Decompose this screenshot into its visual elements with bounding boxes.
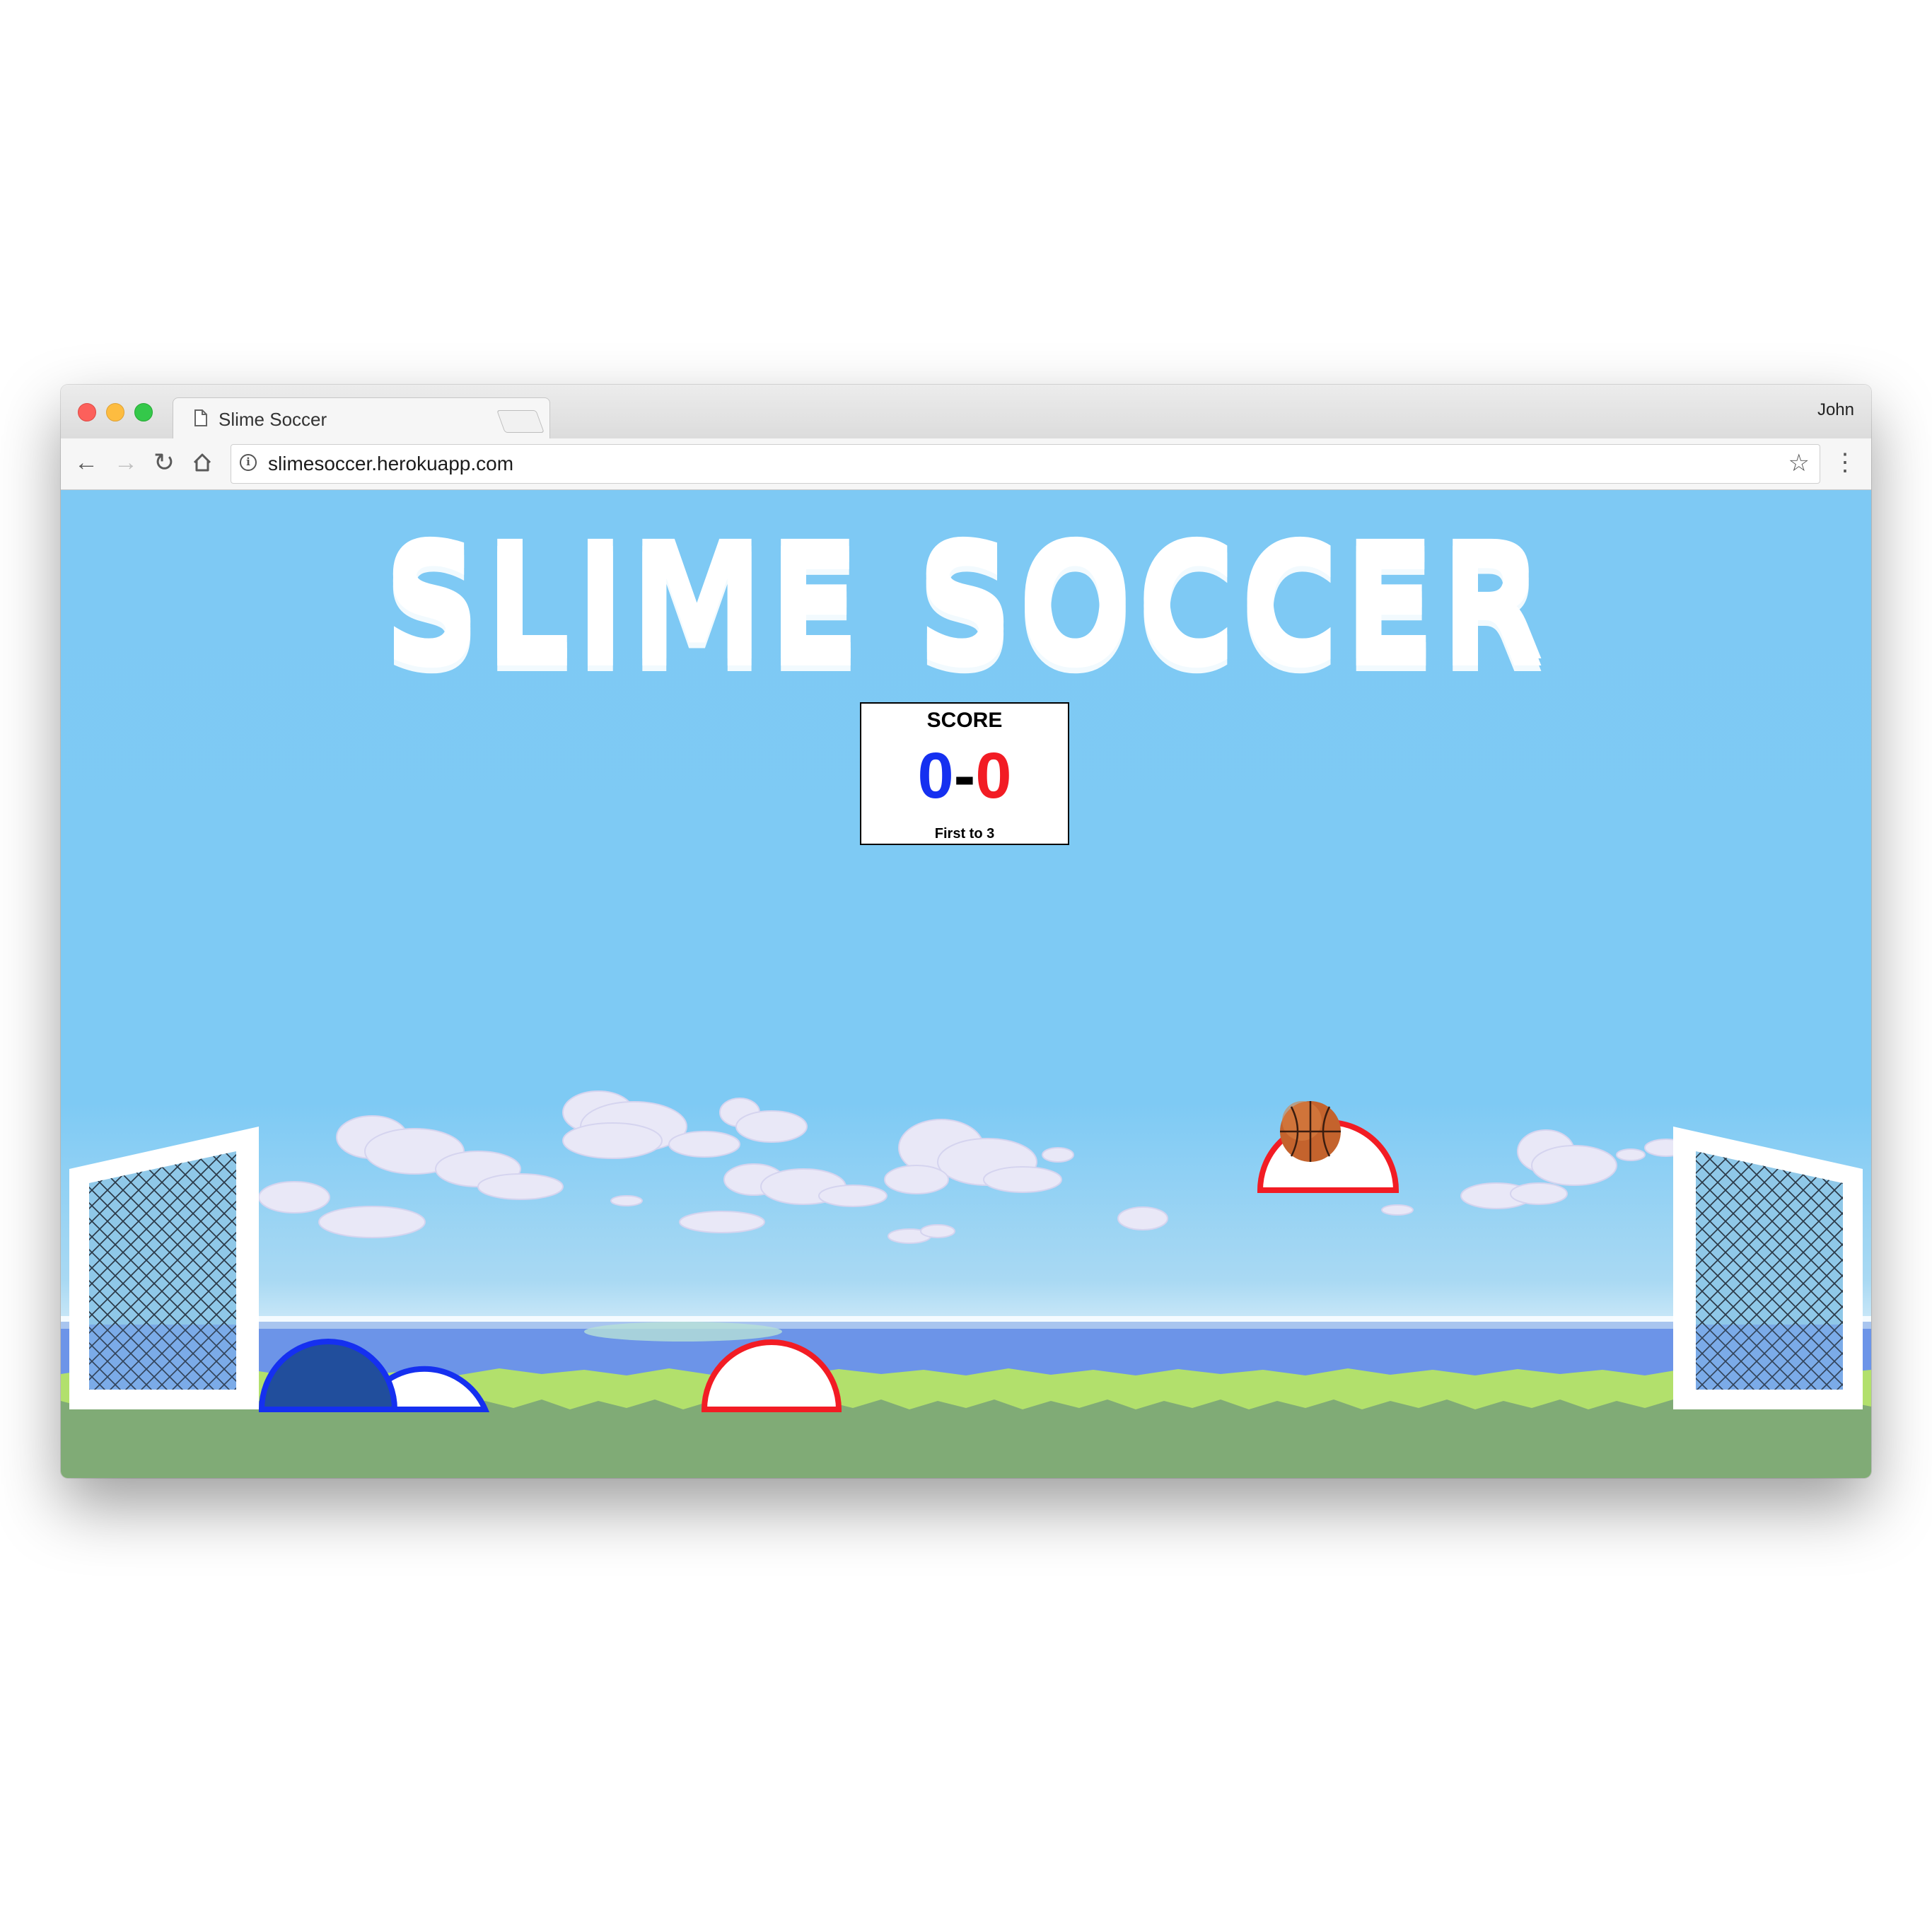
forward-arrow-icon[interactable]: →	[112, 447, 140, 478]
profile-name[interactable]: John	[1817, 400, 1854, 420]
info-icon[interactable]: i	[240, 454, 257, 471]
toolbar: ← → ↻ i slimesoccer.herokuapp.com ☆ ⋮	[61, 438, 1871, 490]
red-score: 0	[975, 740, 1012, 812]
url-text[interactable]: slimesoccer.herokuapp.com	[268, 453, 513, 475]
score-label: SCORE	[926, 709, 1003, 732]
game-viewport: SLIME SOCCER SCORE 0-0 First to 3	[61, 490, 1871, 1478]
score-line: 0-0	[861, 740, 1068, 811]
new-tab-button[interactable]	[496, 410, 545, 433]
menu-icon[interactable]: ⋮	[1833, 446, 1857, 479]
close-window-button[interactable]	[78, 403, 96, 421]
scoreboard: SCORE 0-0 First to 3	[860, 702, 1069, 845]
blue-score: 0	[917, 740, 954, 812]
score-rule: First to 3	[934, 826, 995, 842]
left-goal	[69, 1127, 259, 1409]
tab-title: Slime Soccer	[219, 409, 327, 430]
score-separator: -	[953, 740, 976, 812]
ball	[1280, 1101, 1341, 1162]
back-arrow-icon[interactable]: ←	[72, 447, 100, 478]
right-goal	[1673, 1127, 1863, 1409]
maximize-window-button[interactable]	[134, 403, 153, 421]
star-icon[interactable]: ☆	[1788, 449, 1810, 477]
reload-icon[interactable]: ↻	[150, 447, 178, 478]
page-icon	[194, 409, 207, 426]
home-icon[interactable]	[188, 447, 216, 478]
minimize-window-button[interactable]	[106, 403, 124, 421]
browser-window: Slime Soccer × John ← → ↻ i slimesoccer.…	[61, 385, 1871, 1478]
tab-strip: Slime Soccer × John	[61, 385, 1871, 441]
tab-slime-soccer[interactable]: Slime Soccer ×	[173, 397, 550, 441]
game-title: SLIME SOCCER	[383, 506, 1549, 697]
address-bar[interactable]: i slimesoccer.herokuapp.com ☆	[231, 444, 1820, 484]
